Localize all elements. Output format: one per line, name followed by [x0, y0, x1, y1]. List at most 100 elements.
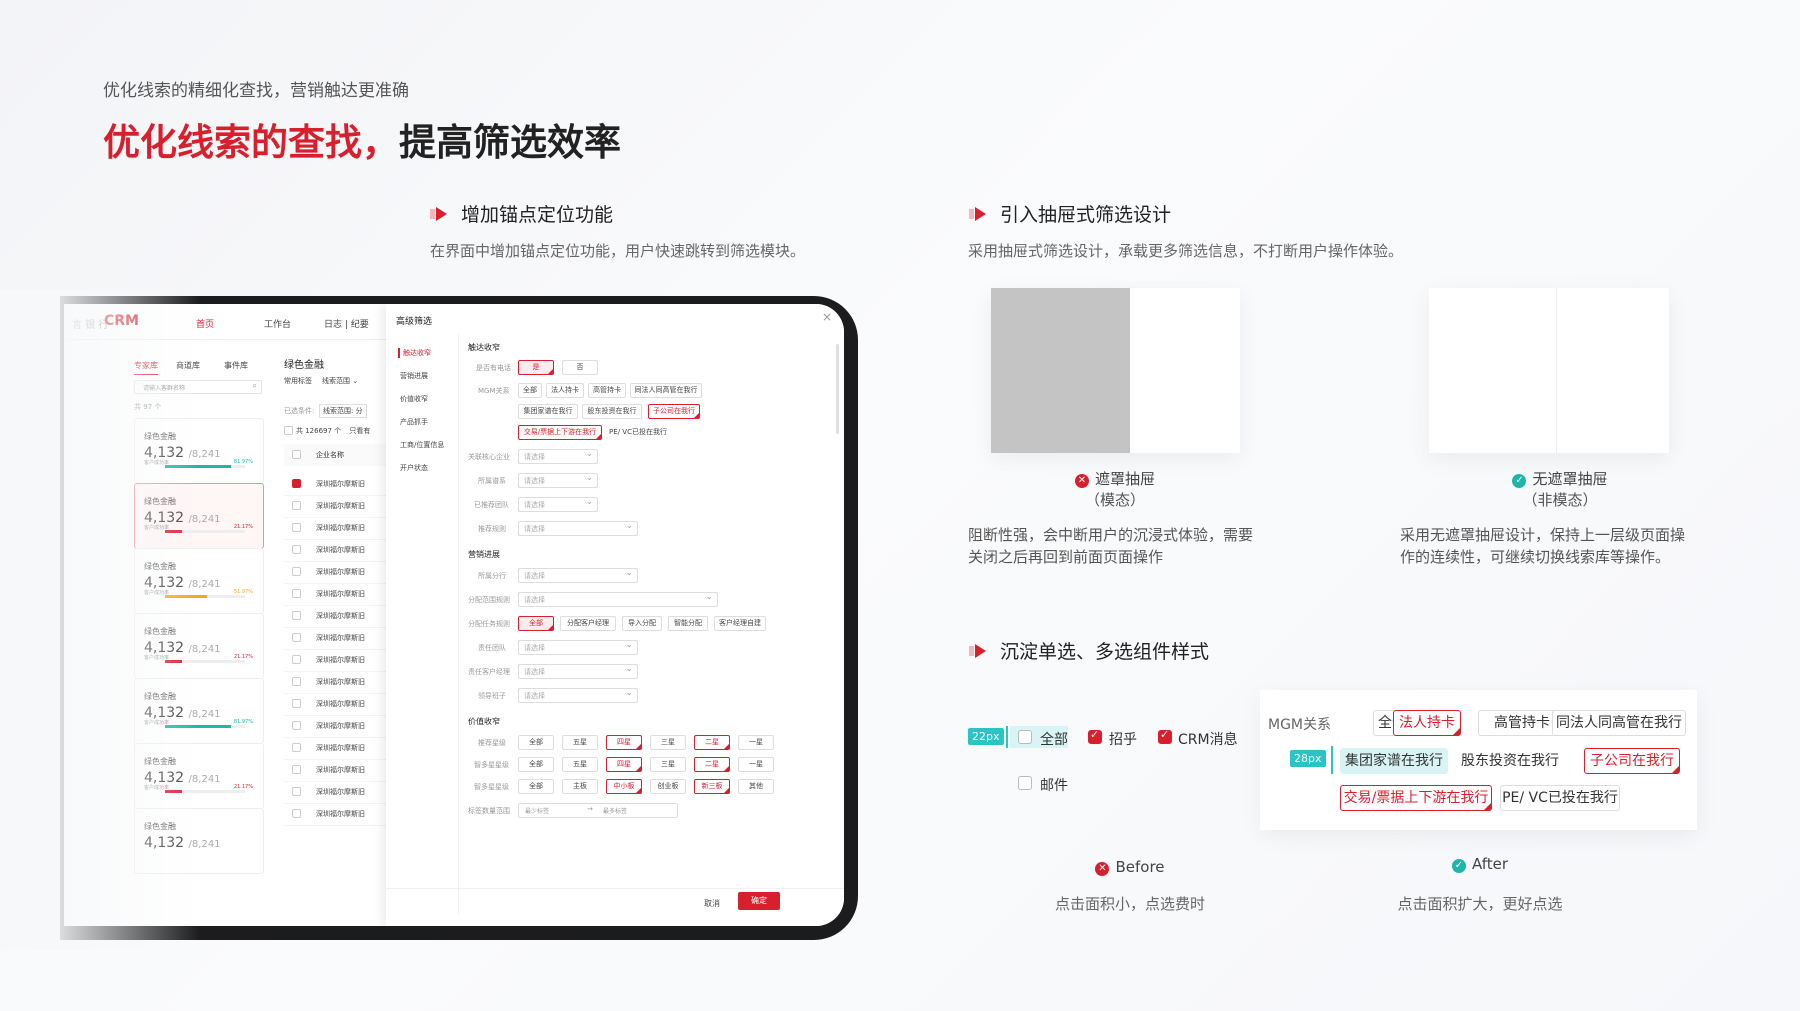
condition-tag[interactable]: 线索范围: 分 [319, 404, 367, 418]
table-row[interactable]: 深圳福尔摩斯旧 [284, 804, 394, 826]
anchor-item[interactable]: 工商/位置信息 [400, 440, 444, 450]
nav-workbench[interactable]: 工作台 [264, 317, 291, 330]
row-checkbox[interactable] [292, 479, 301, 488]
row-checkbox[interactable] [292, 567, 301, 576]
value-chip[interactable]: 一星 [738, 757, 774, 772]
select-rule[interactable]: 请选择 [518, 521, 638, 536]
table-row[interactable]: 深圳福尔摩斯旧 [284, 738, 394, 760]
list-item[interactable]: 绿色金融 4,132 /8,241 客户成功率 21.17% [134, 743, 264, 809]
value-chip[interactable]: 五星 [562, 735, 598, 750]
option-yes[interactable]: 是 [518, 360, 554, 375]
select-team[interactable]: 请选择 [518, 497, 598, 512]
value-chip[interactable]: 全部 [518, 779, 554, 794]
mgm-chip[interactable]: 集团家谱在我行 [518, 404, 578, 419]
anchor-item[interactable]: 价值收窄 [400, 394, 428, 404]
task-chip[interactable]: 导入分配 [622, 616, 662, 631]
anchor-item[interactable]: 产品抓手 [400, 417, 428, 427]
select-resp-team[interactable]: 请选择 [518, 640, 638, 655]
table-row[interactable]: 深圳福尔摩斯旧 [284, 562, 394, 584]
list-item[interactable]: 绿色金融 4,132 /8,241 客户成功率 81.97% [134, 418, 264, 484]
mgm-chip[interactable]: 高管持卡 [588, 383, 626, 398]
task-chip[interactable]: 全部 [518, 616, 554, 631]
anchor-item[interactable]: 营销进展 [400, 371, 428, 381]
tab-event[interactable]: 事件库 [224, 360, 248, 371]
value-chip[interactable]: 三星 [650, 735, 686, 750]
tab-common-tags[interactable]: 常用标签 [284, 376, 312, 386]
value-chip[interactable]: 全部 [518, 757, 554, 772]
row-checkbox[interactable] [292, 677, 301, 686]
chip-trade[interactable]: 交易/票据上下游在我行 [1340, 785, 1492, 811]
chip-subsidiary[interactable]: 子公司在我行 [1584, 748, 1680, 774]
chip-same-legal[interactable]: 同法人同高管在我行 [1552, 710, 1686, 736]
mgm-chip[interactable]: 子公司在我行 [648, 404, 700, 419]
table-row[interactable]: 深圳福尔摩斯旧 [284, 782, 394, 804]
table-row[interactable]: 深圳福尔摩斯旧 [284, 672, 394, 694]
value-chip[interactable]: 二星 [694, 735, 730, 750]
row-checkbox[interactable] [292, 721, 301, 730]
task-chip[interactable]: 分配客户经理 [560, 616, 616, 631]
value-chip[interactable]: 其他 [738, 779, 774, 794]
row-checkbox[interactable] [292, 611, 301, 620]
row-checkbox[interactable] [292, 743, 301, 752]
row-checkbox[interactable] [292, 589, 301, 598]
value-chip[interactable]: 四星 [606, 757, 642, 772]
mgm-chip[interactable]: 法人持卡 [546, 383, 584, 398]
nav-log[interactable]: 日志 | 纪要 [324, 317, 369, 330]
list-item[interactable]: 绿色金融 4,132 /8,241 客户成功率 81.97% [134, 678, 264, 744]
row-checkbox[interactable] [292, 655, 301, 664]
anchor-item[interactable]: 触达收窄 [398, 348, 431, 358]
select-lineage[interactable]: 请选择 [518, 473, 598, 488]
row-checkbox[interactable] [292, 787, 301, 796]
mgm-chip[interactable]: 同法人同高管在我行 [630, 383, 702, 398]
mgm-chip[interactable]: 交易/票据上下游在我行 [518, 425, 602, 440]
chip-group[interactable]: 集团家谱在我行 [1340, 748, 1448, 774]
select-branch[interactable]: 请选择 [518, 568, 638, 583]
value-chip[interactable]: 创业板 [650, 779, 686, 794]
row-checkbox[interactable] [292, 633, 301, 642]
tab-business[interactable]: 商道库 [176, 360, 200, 371]
select-leaders[interactable]: 请选择 [518, 688, 638, 703]
row-checkbox[interactable] [292, 699, 301, 708]
select-scope-rule[interactable]: 请选择 [518, 592, 718, 607]
table-row[interactable]: 深圳福尔摩斯旧 [284, 606, 394, 628]
select-all-checkbox[interactable] [284, 426, 293, 435]
checkbox-crm[interactable] [1158, 728, 1172, 744]
tag-range-input[interactable]: 最少标签 → 最多标签 [518, 803, 678, 818]
table-row[interactable]: 深圳福尔摩斯旧 [284, 760, 394, 782]
anchor-item[interactable]: 开户状态 [400, 463, 428, 473]
chip-legal-card[interactable]: 法人持卡 [1393, 710, 1461, 736]
scrollbar[interactable] [836, 344, 839, 434]
confirm-button[interactable]: 确定 [738, 892, 780, 910]
table-row[interactable]: 深圳福尔摩斯旧 [284, 650, 394, 672]
row-checkbox[interactable] [292, 501, 301, 510]
table-row[interactable]: 深圳福尔摩斯旧 [284, 540, 394, 562]
value-chip[interactable]: 四星 [606, 735, 642, 750]
table-row[interactable]: 深圳福尔摩斯旧 [284, 716, 394, 738]
header-checkbox[interactable] [292, 450, 301, 459]
close-icon[interactable]: × [822, 310, 832, 324]
value-chip[interactable]: 三星 [650, 757, 686, 772]
chip-shareholder[interactable]: 股东投资在我行 [1456, 748, 1564, 774]
table-row[interactable]: 深圳福尔摩斯旧 [284, 518, 394, 540]
value-chip[interactable]: 五星 [562, 757, 598, 772]
list-item[interactable]: 绿色金融 4,132 /8,241 客户成功率 21.17% [134, 613, 264, 679]
row-checkbox[interactable] [292, 765, 301, 774]
value-chip[interactable]: 一星 [738, 735, 774, 750]
table-row[interactable]: 深圳福尔摩斯旧 [284, 694, 394, 716]
chip-pevc[interactable]: PE/ VC已投在我行 [1500, 785, 1620, 811]
task-chip[interactable]: 客户经理自建 [714, 616, 766, 631]
cancel-button[interactable]: 取消 [704, 898, 720, 909]
value-chip[interactable]: 新三板 [694, 779, 730, 794]
checkbox-all[interactable] [1018, 730, 1032, 744]
table-row[interactable]: 深圳福尔摩斯旧 [284, 584, 394, 606]
task-chip[interactable]: 智能分配 [668, 616, 708, 631]
mgm-chip[interactable]: PE/ VC已投在我行 [606, 425, 670, 440]
mgm-chip[interactable]: 股东投资在我行 [582, 404, 642, 419]
list-item[interactable]: 绿色金融 4,132 /8,241 [134, 808, 264, 874]
mgm-chip[interactable]: 全部 [518, 383, 542, 398]
search-input[interactable]: 请输入客群名称 ⌕ [134, 380, 262, 394]
tab-expert[interactable]: 专家库 [134, 360, 158, 375]
list-item[interactable]: 绿色金融 4,132 /8,241 客户成功率 51.97% [134, 548, 264, 614]
value-chip[interactable]: 二星 [694, 757, 730, 772]
row-checkbox[interactable] [292, 523, 301, 532]
